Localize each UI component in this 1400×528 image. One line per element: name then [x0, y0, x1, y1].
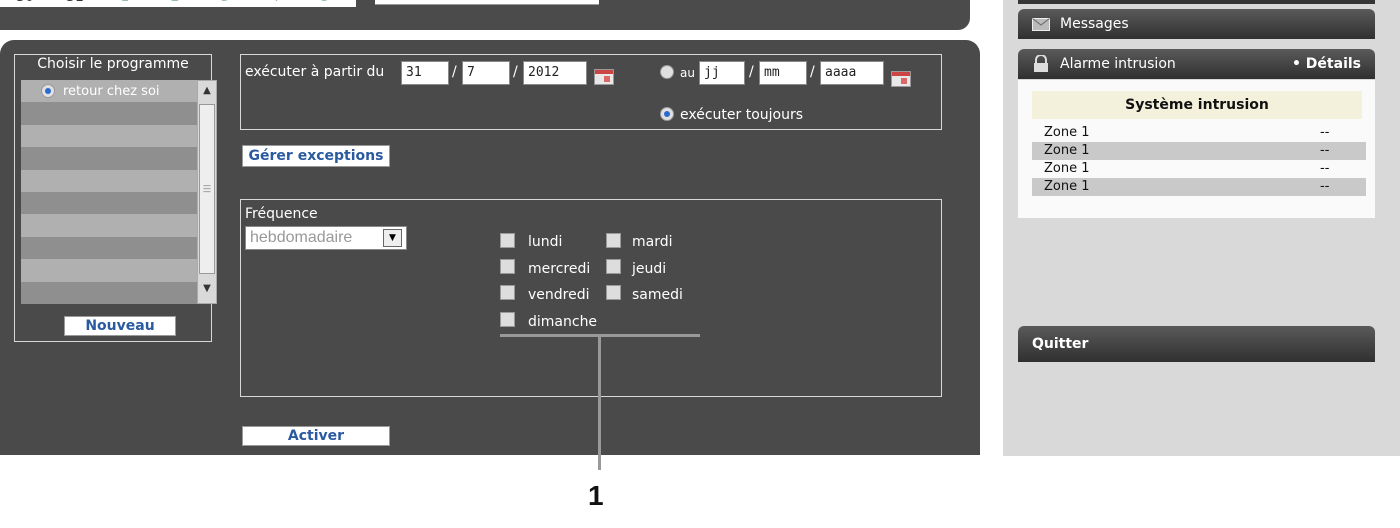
zone-name: Zone 1: [1044, 161, 1090, 176]
checkbox-mardi[interactable]: [606, 233, 621, 248]
sidebar-item-quit[interactable]: Quitter: [1018, 326, 1375, 362]
program-list-row-empty: [21, 259, 197, 282]
chevron-down-icon[interactable]: ▼: [383, 229, 402, 247]
details-link[interactable]: • Détails: [1292, 56, 1361, 72]
date-separator: /: [513, 64, 518, 80]
frequency-label: Fréquence: [245, 206, 318, 222]
zone-name: Zone 1: [1044, 179, 1090, 194]
zone-row: Zone 1 --: [1032, 124, 1366, 142]
date-separator: /: [749, 64, 754, 80]
zone-value: --: [1320, 161, 1330, 176]
program-list-row-empty: [21, 236, 197, 260]
always-label: exécuter toujours: [680, 107, 804, 123]
calendar-day[interactable]: 3: [200, 0, 250, 7]
program-list-row-empty: [21, 214, 197, 237]
start-month-input[interactable]: 7: [462, 61, 510, 85]
zone-value: --: [1320, 125, 1330, 140]
day-label-dimanche: dimanche: [528, 314, 598, 330]
end-date-radio[interactable]: [660, 65, 674, 79]
top-button-partial[interactable]: [375, 0, 599, 5]
alarm-label: Alarme intrusion: [1060, 56, 1176, 72]
end-year-input[interactable]: aaaa: [820, 61, 884, 85]
callout-line-vertical: [598, 336, 601, 470]
calendar-day[interactable]: 1: [100, 0, 150, 7]
envelope-icon: [1032, 18, 1050, 31]
scroll-down-icon[interactable]: ▼: [199, 281, 215, 297]
calendar-icon[interactable]: [594, 69, 614, 85]
date-separator: /: [452, 64, 457, 80]
checkbox-samedi[interactable]: [606, 285, 621, 300]
quit-label: Quitter: [1032, 336, 1089, 352]
scroll-up-icon[interactable]: ▲: [199, 83, 215, 99]
manage-exceptions-button[interactable]: Gérer exceptions: [242, 145, 390, 167]
day-label-jeudi: jeudi: [632, 261, 667, 277]
end-month-input[interactable]: mm: [759, 61, 807, 85]
program-box-title: Choisir le programme: [37, 56, 189, 72]
calendar-day[interactable]: 30: [0, 0, 50, 7]
day-label-vendredi: vendredi: [528, 287, 590, 303]
end-day-input[interactable]: jj: [699, 61, 745, 85]
program-list-item[interactable]: retour chez soi: [21, 80, 197, 103]
zone-row: Zone 1 --: [1032, 160, 1366, 178]
grip-icon: — — —: [203, 181, 211, 196]
day-label-mardi: mardi: [632, 234, 673, 250]
program-item-label: retour chez soi: [63, 83, 160, 99]
sidebar-header-partial: [1018, 0, 1375, 4]
lock-icon: [1034, 55, 1048, 72]
radio-selected-icon[interactable]: [41, 84, 55, 99]
calendar-day[interactable]: 2: [150, 0, 200, 7]
calendar-day[interactable]: 31: [50, 0, 100, 7]
checkbox-dimanche[interactable]: [500, 312, 515, 327]
checkbox-mercredi[interactable]: [500, 259, 515, 274]
frequency-select-value: hebdomadaire: [250, 229, 353, 246]
calendar-strip: 30 31 1 2 3 4 5: [0, 0, 356, 7]
program-list-row-empty: [21, 102, 197, 125]
zone-name: Zone 1: [1044, 125, 1090, 140]
sidebar-item-messages[interactable]: Messages: [1018, 9, 1375, 39]
activate-button[interactable]: Activer: [242, 426, 390, 446]
zone-row: Zone 1 --: [1032, 142, 1366, 160]
calendar-day[interactable]: 4: [250, 0, 300, 7]
program-list-row-empty: [21, 169, 197, 192]
start-day-input[interactable]: 31: [401, 61, 449, 85]
zone-name: Zone 1: [1044, 143, 1090, 158]
sidebar-item-alarm[interactable]: Alarme intrusion • Détails: [1018, 49, 1375, 79]
end-date-label: au: [680, 66, 695, 80]
calendar-icon[interactable]: [891, 71, 911, 87]
program-list-row-empty: [21, 147, 197, 170]
zone-value: --: [1320, 143, 1330, 158]
calendar-day[interactable]: 5: [300, 0, 350, 7]
program-list-row-empty: [21, 281, 197, 304]
checkbox-lundi[interactable]: [500, 233, 515, 248]
zone-value: --: [1320, 179, 1330, 194]
day-label-samedi: samedi: [632, 287, 683, 303]
new-program-button[interactable]: Nouveau: [64, 316, 176, 336]
checkbox-vendredi[interactable]: [500, 285, 515, 300]
always-radio[interactable]: [660, 107, 674, 121]
day-label-mercredi: mercredi: [528, 261, 591, 277]
day-label-lundi: lundi: [528, 234, 563, 250]
messages-label: Messages: [1060, 16, 1129, 32]
date-separator: /: [810, 64, 815, 80]
start-date-label: exécuter à partir du: [245, 64, 385, 80]
program-list-row-empty: [21, 124, 197, 148]
callout-number: 1: [588, 480, 604, 511]
program-list-row-empty: [21, 191, 197, 215]
start-year-input[interactable]: 2012: [523, 61, 587, 85]
program-list[interactable]: retour chez soi: [21, 80, 197, 304]
checkbox-jeudi[interactable]: [606, 259, 621, 274]
zone-row: Zone 1 --: [1032, 178, 1366, 196]
alarm-system-title: Système intrusion: [1032, 91, 1362, 119]
